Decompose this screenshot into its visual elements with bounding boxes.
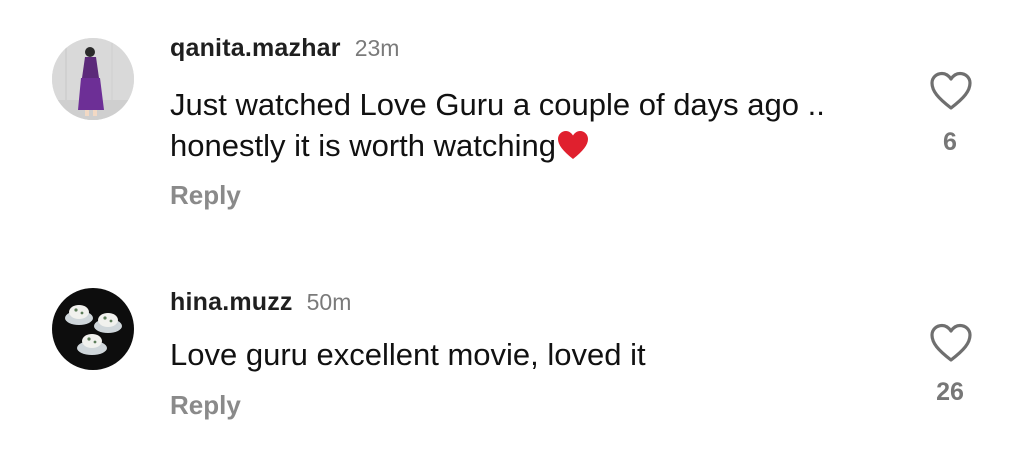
avatar[interactable] xyxy=(52,288,134,370)
comment-item: hina.muzz 50m Love guru excellent movie,… xyxy=(0,270,1024,457)
username[interactable]: hina.muzz xyxy=(170,288,293,317)
heart-outline-icon[interactable] xyxy=(928,322,974,364)
comment-meta: hina.muzz 50m xyxy=(170,288,351,317)
like-count: 26 xyxy=(936,378,964,406)
username[interactable]: qanita.mazhar xyxy=(170,34,341,63)
reply-button[interactable]: Reply xyxy=(170,180,241,211)
comment-text-content: Love guru excellent movie, loved it xyxy=(170,337,646,372)
red-heart-emoji-icon xyxy=(557,130,589,160)
reply-button[interactable]: Reply xyxy=(170,390,241,421)
comment-meta: qanita.mazhar 23m xyxy=(170,34,399,63)
avatar[interactable] xyxy=(52,38,134,120)
like-count: 6 xyxy=(943,128,957,156)
timestamp: 50m xyxy=(306,289,352,315)
timestamp: 23m xyxy=(354,35,400,61)
comment-text-content: Just watched Love Guru a couple of days … xyxy=(170,87,825,163)
comment-text: Love guru excellent movie, loved it xyxy=(170,334,890,375)
comment-item: qanita.mazhar 23m Just watched Love Guru… xyxy=(0,0,1024,240)
heart-outline-icon[interactable] xyxy=(928,70,974,112)
comment-text: Just watched Love Guru a couple of days … xyxy=(170,84,890,166)
